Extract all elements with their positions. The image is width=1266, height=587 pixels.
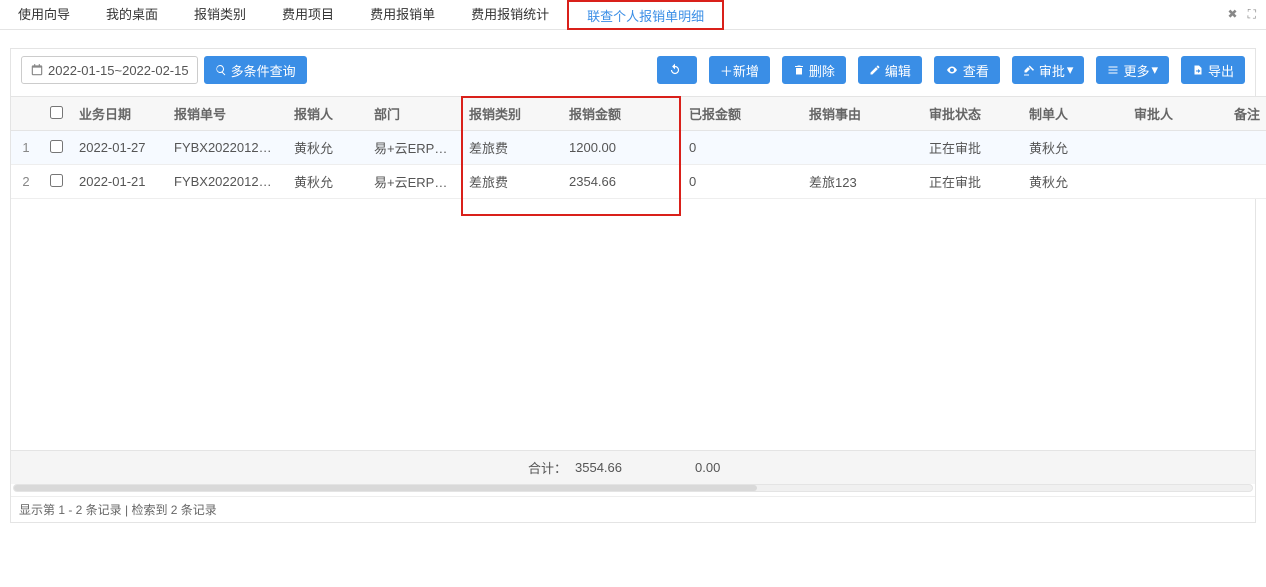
date-range-picker[interactable]: 2022-01-15~2022-02-15 — [21, 56, 198, 84]
add-label: 新增 — [733, 61, 759, 80]
cell-date: 2022-01-27 — [71, 131, 166, 165]
more-label: 更多 — [1123, 61, 1149, 80]
plus-icon: ＋ — [720, 61, 733, 80]
col-status[interactable]: 审批状态 — [921, 97, 1021, 131]
approve-button[interactable]: 审批▾ — [1012, 56, 1085, 84]
footer-status: 显示第 1 - 2 条记录 | 检索到 2 条记录 — [11, 496, 1255, 522]
multi-query-button[interactable]: 多条件查询 — [204, 56, 307, 84]
date-range-text: 2022-01-15~2022-02-15 — [48, 63, 189, 78]
col-paid[interactable]: 已报金额 — [681, 97, 801, 131]
cell-rownum: 1 — [11, 131, 41, 165]
cell-no: FYBX2022012100… — [166, 165, 286, 199]
tab-category[interactable]: 报销类别 — [176, 0, 264, 30]
cell-paid: 0 — [681, 165, 801, 199]
horizontal-scrollbar[interactable] — [13, 484, 1253, 492]
cell-creator: 黄秋允 — [1021, 131, 1126, 165]
chevron-down-icon: ▾ — [1067, 62, 1074, 78]
fullscreen-icon[interactable]: ⛶ — [1248, 7, 1256, 22]
multi-query-label: 多条件查询 — [231, 61, 296, 80]
tab-lookup-detail[interactable]: 联查个人报销单明细 — [567, 0, 724, 30]
pencil-icon — [869, 64, 881, 76]
summary-bar: 合计： 3554.66 0.00 — [11, 450, 1255, 484]
record-count-text: 显示第 1 - 2 条记录 | 检索到 2 条记录 — [19, 501, 217, 518]
close-tab-icon[interactable]: ✖ — [1228, 7, 1238, 22]
tab-item[interactable]: 费用项目 — [264, 0, 352, 30]
cell-reason: 差旅123 — [801, 165, 921, 199]
tab-desktop[interactable]: 我的桌面 — [88, 0, 176, 30]
summary-amount: 3554.66 — [575, 460, 695, 475]
col-no[interactable]: 报销单号 — [166, 97, 286, 131]
approve-label: 审批 — [1039, 61, 1065, 80]
col-checkbox[interactable] — [41, 97, 71, 131]
col-date[interactable]: 业务日期 — [71, 97, 166, 131]
cell-dept: 易+云ERP演示 — [366, 165, 461, 199]
data-table: 业务日期 报销单号 报销人 部门 报销类别 报销金额 已报金额 报销事由 审批状… — [11, 96, 1266, 199]
col-remark[interactable]: 备注 — [1226, 97, 1266, 131]
cell-status: 正在审批 — [921, 131, 1021, 165]
cell-rownum: 2 — [11, 165, 41, 199]
gavel-icon — [1023, 64, 1035, 76]
data-table-wrap: 业务日期 报销单号 报销人 部门 报销类别 报销金额 已报金额 报销事由 审批状… — [11, 96, 1255, 199]
tab-stats[interactable]: 费用报销统计 — [453, 0, 567, 30]
refresh-button[interactable] — [657, 56, 697, 84]
tab-bar: 使用向导 我的桌面 报销类别 费用项目 费用报销单 费用报销统计 联查个人报销单… — [0, 0, 1266, 30]
cell-approver — [1126, 165, 1226, 199]
tab-guide[interactable]: 使用向导 — [0, 0, 88, 30]
list-icon — [1107, 64, 1119, 76]
eye-icon — [945, 64, 959, 76]
export-button[interactable]: 导出 — [1181, 56, 1245, 84]
cell-no: FYBX2022012700… — [166, 131, 286, 165]
col-dept[interactable]: 部门 — [366, 97, 461, 131]
calendar-icon — [30, 63, 44, 77]
table-row[interactable]: 12022-01-27FYBX2022012700…黄秋允易+云ERP演示差旅费… — [11, 131, 1266, 165]
view-label: 查看 — [963, 61, 989, 80]
table-header-row: 业务日期 报销单号 报销人 部门 报销类别 报销金额 已报金额 报销事由 审批状… — [11, 97, 1266, 131]
cell-status: 正在审批 — [921, 165, 1021, 199]
cell-checkbox[interactable] — [41, 165, 71, 199]
col-creator[interactable]: 制单人 — [1021, 97, 1126, 131]
cell-person: 黄秋允 — [286, 165, 366, 199]
summary-paid: 0.00 — [695, 460, 815, 475]
edit-button[interactable]: 编辑 — [858, 56, 922, 84]
delete-button[interactable]: 删除 — [782, 56, 846, 84]
cell-person: 黄秋允 — [286, 131, 366, 165]
cell-approver — [1126, 131, 1226, 165]
search-icon — [215, 64, 227, 76]
toolbar: 2022-01-15~2022-02-15 多条件查询 ＋新增 删除 编辑 — [11, 49, 1255, 96]
cell-date: 2022-01-21 — [71, 165, 166, 199]
col-category[interactable]: 报销类别 — [461, 97, 561, 131]
cell-remark — [1226, 165, 1266, 199]
col-amount[interactable]: 报销金额 — [561, 97, 681, 131]
cell-category: 差旅费 — [461, 165, 561, 199]
col-rownum — [11, 97, 41, 131]
table-row[interactable]: 22022-01-21FYBX2022012100…黄秋允易+云ERP演示差旅费… — [11, 165, 1266, 199]
col-person[interactable]: 报销人 — [286, 97, 366, 131]
cell-amount: 1200.00 — [561, 131, 681, 165]
cell-creator: 黄秋允 — [1021, 165, 1126, 199]
cell-amount: 2354.66 — [561, 165, 681, 199]
cell-category: 差旅费 — [461, 131, 561, 165]
chevron-down-icon: ▾ — [1151, 62, 1158, 78]
cell-remark — [1226, 131, 1266, 165]
add-button[interactable]: ＋新增 — [709, 56, 770, 84]
cell-checkbox[interactable] — [41, 131, 71, 165]
tab-expense[interactable]: 费用报销单 — [352, 0, 453, 30]
edit-label: 编辑 — [885, 61, 911, 80]
cell-reason — [801, 131, 921, 165]
col-approver[interactable]: 审批人 — [1126, 97, 1226, 131]
col-reason[interactable]: 报销事由 — [801, 97, 921, 131]
delete-label: 删除 — [809, 61, 835, 80]
work-area: 2022-01-15~2022-02-15 多条件查询 ＋新增 删除 编辑 — [10, 48, 1256, 523]
view-button[interactable]: 查看 — [934, 56, 1000, 84]
more-button[interactable]: 更多▾ — [1096, 56, 1169, 84]
summary-label: 合计： — [505, 458, 575, 477]
trash-icon — [793, 64, 805, 76]
cell-paid: 0 — [681, 131, 801, 165]
cell-dept: 易+云ERP演示 — [366, 131, 461, 165]
refresh-icon — [668, 63, 682, 77]
scrollbar-thumb[interactable] — [14, 485, 757, 491]
export-label: 导出 — [1208, 61, 1234, 80]
export-icon — [1192, 64, 1204, 76]
